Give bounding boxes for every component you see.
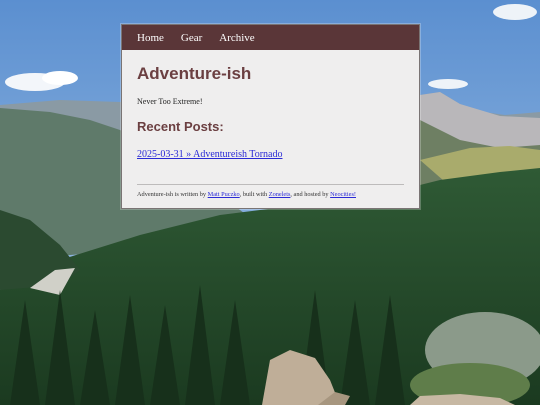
footer-text-3: , and hosted by xyxy=(290,191,331,198)
footer-text: Adventure-ish is written by Matt Puczko,… xyxy=(137,191,404,198)
post-link[interactable]: 2025-03-31 » Adventureish Tornado xyxy=(137,149,282,160)
footer-author-link[interactable]: Matt Puczko xyxy=(208,191,240,198)
footer-host-link[interactable]: Neocities! xyxy=(330,191,356,198)
main-card: Home Gear Archive Adventure-ish Never To… xyxy=(121,24,420,209)
nav-home-link[interactable]: Home xyxy=(137,32,164,44)
footer-builder-link[interactable]: Zonelets xyxy=(269,191,291,198)
site-tagline: Never Too Extreme! xyxy=(137,97,203,106)
footer-text-1: Adventure-ish is written by xyxy=(137,191,208,198)
recent-posts-heading: Recent Posts: xyxy=(137,119,224,134)
footer-text-2: , built with xyxy=(239,191,269,198)
card-content: Adventure-ish Never Too Extreme! Recent … xyxy=(122,50,419,198)
footer-divider xyxy=(137,184,404,185)
site-title: Adventure-ish xyxy=(137,64,252,83)
nav-gear-link[interactable]: Gear xyxy=(181,32,202,44)
top-nav: Home Gear Archive xyxy=(122,25,419,50)
nav-archive-link[interactable]: Archive xyxy=(219,32,254,44)
